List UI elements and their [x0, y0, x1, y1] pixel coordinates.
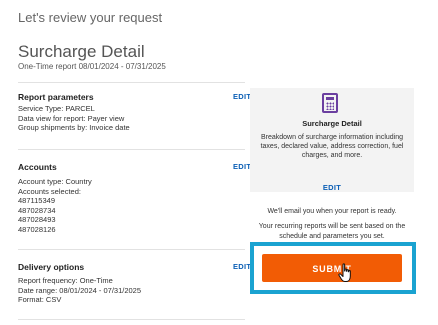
divider [18, 82, 245, 83]
page-subtitle: One-Time report 08/01/2024 - 07/31/2025 [18, 62, 166, 71]
accounts-selected-label: Accounts selected: [18, 186, 81, 196]
date-range-line: Date range: 08/01/2024 - 07/31/2025 [18, 285, 142, 295]
service-type-line: Service Type: PARCEL [18, 104, 95, 113]
report-frequency-line: Report frequency: One-Time [18, 276, 113, 285]
review-heading: Let's review your request [18, 10, 163, 25]
card-edit-link[interactable]: EDIT [250, 183, 414, 192]
account-number: 487028493 [18, 215, 56, 224]
account-type-line: Account type: Country [18, 177, 92, 186]
accounts-details: Account type: Country Accounts selected:… [18, 177, 92, 234]
group-by-line: Group shipments by: Invoice date [18, 123, 130, 132]
report-summary-card: Surcharge Detail Breakdown of surcharge … [250, 88, 414, 192]
report-parameters-title: Report parameters [18, 92, 94, 102]
account-number: 487028126 [18, 224, 56, 234]
hand-cursor-icon [338, 263, 351, 282]
submit-button[interactable]: SUBMIT [262, 254, 402, 282]
delivery-options-edit-link[interactable]: EDIT [233, 262, 251, 271]
data-view-line: Data view for report: Payer view [18, 113, 125, 123]
delivery-options-title: Delivery options [18, 262, 85, 272]
calculator-icon [322, 93, 338, 113]
accounts-title: Accounts [18, 162, 57, 172]
page-title: Surcharge Detail [18, 42, 145, 61]
account-number: 487115349 [18, 196, 55, 205]
recurring-note: Your recurring reports will be sent base… [258, 223, 406, 240]
account-number: 487028734 [18, 205, 56, 215]
divider [18, 249, 245, 250]
accounts-edit-link[interactable]: EDIT [233, 162, 251, 171]
divider [18, 149, 245, 150]
email-note: We'll email you when your report is read… [267, 208, 397, 215]
card-title: Surcharge Detail [302, 119, 362, 128]
delivery-options-details: Report frequency: One-Time Date range: 0… [18, 276, 141, 305]
divider [18, 319, 245, 320]
card-description: Breakdown of surcharge information inclu… [260, 134, 404, 160]
report-parameters-details: Service Type: PARCEL Data view for repor… [18, 104, 130, 133]
report-parameters-edit-link[interactable]: EDIT [233, 92, 251, 101]
format-line: Format: CSV [18, 295, 62, 304]
